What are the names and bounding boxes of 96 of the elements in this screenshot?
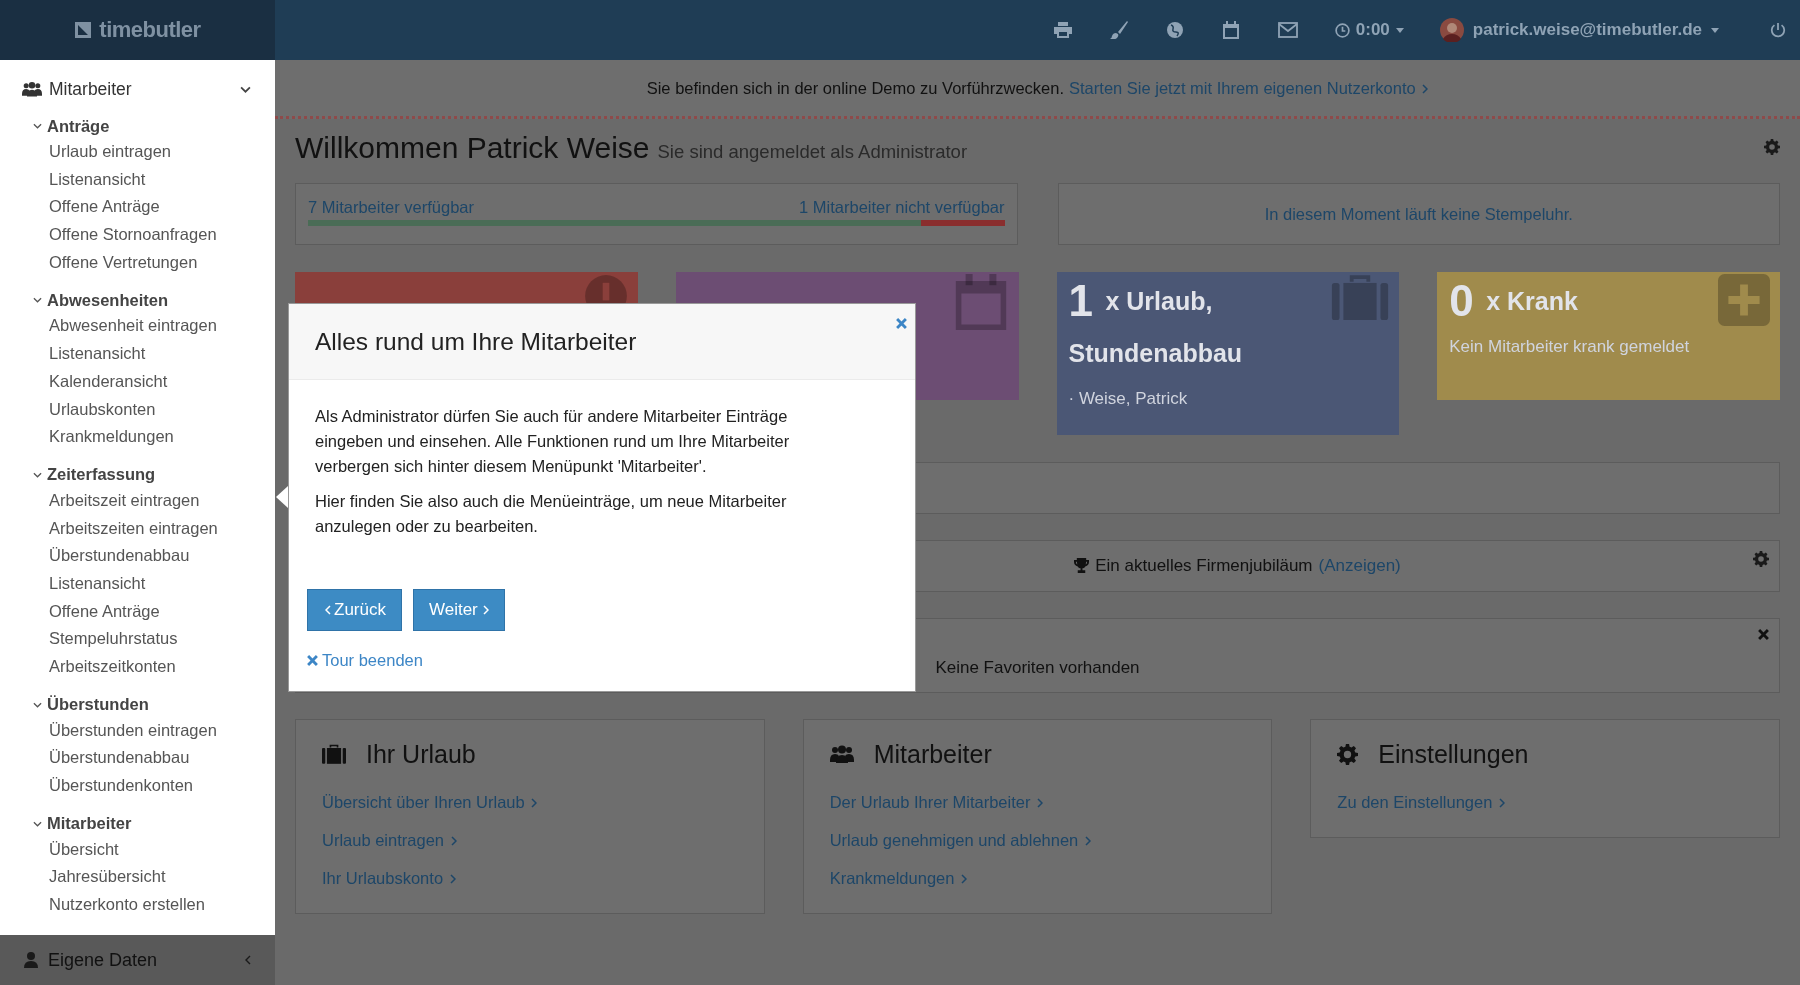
chevron-right-icon bbox=[1037, 798, 1044, 809]
chevron-right-icon bbox=[450, 836, 457, 847]
chevron-right-icon bbox=[1084, 836, 1091, 847]
plus-icon bbox=[1718, 274, 1770, 326]
sidebar-item[interactable]: Offene Anträge bbox=[0, 597, 275, 626]
logo-text[interactable]: timebutler bbox=[99, 17, 201, 43]
dialog-text: Hier finden Sie also auch die Menüeinträge, um neue Mitarbeiter anzulegen oder zu bearbeiten. bbox=[315, 491, 788, 537]
logo-icon bbox=[74, 21, 93, 39]
section-header[interactable]: Mitarbeiter bbox=[0, 811, 275, 836]
chevron-right-icon bbox=[1422, 84, 1429, 95]
sidebar-item[interactable]: Listenansicht bbox=[0, 340, 275, 368]
caret-icon bbox=[1395, 27, 1404, 33]
card-title: x Krank bbox=[1486, 286, 1578, 315]
sidebar-item[interactable]: Arbeitszeitkonten bbox=[0, 653, 275, 681]
next-button[interactable]: Weiter bbox=[412, 589, 505, 631]
section-header[interactable]: Zeiterfassung bbox=[0, 462, 275, 487]
dialog-text: Als Administrator dürfen Sie auch für andere Mitarbeiter Einträge eingeben und einsehen. Alle Funktionen rund um Ihre Mitarbeiter verbergen sich hinter diesem Menüpunkt 'Mitarbeiter'. bbox=[315, 406, 791, 477]
sidebar-item[interactable]: Arbeitszeit eintragen bbox=[0, 486, 275, 515]
users-icon bbox=[829, 745, 854, 764]
sidebar-item[interactable]: Listenansicht bbox=[0, 569, 275, 598]
close-icon[interactable] bbox=[1758, 628, 1769, 640]
sidebar-item[interactable]: Nutzerkonto erstellen bbox=[0, 891, 275, 919]
chevron-right-icon bbox=[1498, 798, 1505, 809]
favorites-text: Keine Favoriten vorhanden bbox=[935, 657, 1140, 678]
section-title: Mitarbeiter bbox=[47, 814, 132, 834]
section-title: Überstunden bbox=[47, 695, 149, 715]
avatar-icon bbox=[1439, 18, 1464, 42]
sidebar-item[interactable]: Überstundenkonten bbox=[0, 772, 275, 800]
sidebar-item[interactable]: Urlaub eintragen bbox=[0, 138, 275, 166]
section-title: Anträge bbox=[47, 116, 110, 136]
end-tour-link[interactable]: Tour beenden bbox=[307, 651, 423, 670]
chevron-right-icon bbox=[449, 874, 456, 885]
sidebar-item[interactable]: Jahresübersicht bbox=[0, 863, 275, 892]
chevron-right-icon bbox=[531, 798, 538, 809]
banner-text: Sie befinden sich in der online Demo zu Vorführzwecken. bbox=[646, 78, 1065, 98]
user-icon bbox=[24, 952, 38, 968]
chevron-right-icon bbox=[961, 874, 967, 885]
sidebar-item[interactable]: Abwesenheit eintragen bbox=[0, 312, 275, 341]
section-header[interactable]: Abwesenheiten bbox=[0, 288, 275, 313]
gear-icon bbox=[1337, 743, 1359, 765]
anniversary-text: Ein aktuelles Firmenjubiläum bbox=[1095, 555, 1313, 576]
stat-card[interactable]: 1 x Urlaub, Stundenabbau · Weise, Patrick bbox=[1056, 272, 1400, 435]
user-menu[interactable]: patrick.weise@timebutler.de bbox=[1421, 18, 1737, 42]
chevron-left-icon bbox=[325, 605, 331, 615]
sidebar-item[interactable]: Krankmeldungen bbox=[0, 423, 275, 451]
panel-title: Einstellungen bbox=[1378, 739, 1529, 769]
sidebar-item[interactable]: Offene Stornoanfragen bbox=[0, 221, 275, 249]
settings-icon[interactable] bbox=[1753, 550, 1769, 567]
calendar-icon[interactable] bbox=[1221, 21, 1240, 39]
sidebar-header[interactable]: Mitarbeiter bbox=[0, 76, 275, 102]
printer-icon[interactable] bbox=[1053, 22, 1072, 38]
sidebar-item[interactable]: Offene Anträge bbox=[0, 193, 275, 222]
card-count: 1 bbox=[1068, 275, 1093, 325]
section-header[interactable]: Anträge bbox=[0, 114, 275, 138]
sidebar-item[interactable]: Urlaubskonten bbox=[0, 395, 275, 424]
power-icon[interactable] bbox=[1770, 22, 1786, 38]
clock-status-text: In diesem Moment läuft keine Stempeluhr. bbox=[1264, 204, 1573, 224]
time-tracker-button[interactable]: 0:00 bbox=[1316, 20, 1422, 40]
panel-title: Ihr Urlaub bbox=[366, 739, 476, 769]
section-title: Abwesenheiten bbox=[47, 290, 169, 310]
back-button[interactable]: Zurück bbox=[307, 589, 402, 631]
suitcase-icon bbox=[322, 744, 346, 765]
trophy-icon bbox=[1074, 558, 1090, 574]
section-header[interactable]: Überstunden bbox=[0, 692, 275, 717]
caret-icon bbox=[1711, 27, 1719, 33]
clock-icon bbox=[1334, 22, 1350, 38]
users-icon bbox=[22, 81, 42, 97]
sidebar-item[interactable]: Überstundenabbau bbox=[0, 744, 275, 773]
suitcase-icon bbox=[1331, 274, 1390, 320]
sidebar-item[interactable]: Überstunden eintragen bbox=[0, 716, 275, 745]
sidebar-item[interactable]: Offene Vertretungen bbox=[0, 248, 275, 277]
dialog-title: Alles rund um Ihre Mitarbeiter bbox=[315, 327, 637, 356]
card-count: 0 bbox=[1449, 275, 1474, 325]
sidebar-item[interactable]: Überstundenabbau bbox=[0, 542, 275, 570]
card-subtitle: Stundenabbau bbox=[1068, 337, 1244, 369]
sidebar-title: Mitarbeiter bbox=[49, 78, 132, 100]
panel-title: Mitarbeiter bbox=[873, 739, 992, 769]
envelope-icon[interactable] bbox=[1277, 22, 1298, 38]
page-subtitle: Sie sind angemeldet als Administrator bbox=[657, 141, 968, 163]
section-title: Zeiterfassung bbox=[47, 465, 156, 485]
close-icon[interactable] bbox=[896, 318, 907, 329]
chevron-right-icon bbox=[482, 605, 489, 615]
sidebar-item[interactable]: Listenansicht bbox=[0, 165, 275, 194]
sidebar-footer-label: Eigene Daten bbox=[48, 949, 158, 971]
settings-icon[interactable] bbox=[1764, 139, 1780, 155]
card-detail: · Weise, Patrick bbox=[1068, 388, 1189, 409]
sidebar-item[interactable]: Übersicht bbox=[0, 835, 275, 864]
globe-icon[interactable] bbox=[1165, 21, 1184, 39]
close-icon bbox=[307, 655, 318, 666]
sidebar-item[interactable]: Arbeitszeiten eintragen bbox=[0, 514, 275, 543]
sidebar-item[interactable]: Stempeluhrstatus bbox=[0, 625, 275, 653]
brush-icon[interactable] bbox=[1109, 21, 1128, 39]
page-title: Willkommen Patrick Weise bbox=[295, 131, 650, 165]
sidebar-item[interactable]: Kalenderansicht bbox=[0, 367, 275, 396]
card-title: x Urlaub, bbox=[1105, 286, 1213, 315]
card-detail: Kein Mitarbeiter krank gemeldet bbox=[1449, 336, 1691, 357]
